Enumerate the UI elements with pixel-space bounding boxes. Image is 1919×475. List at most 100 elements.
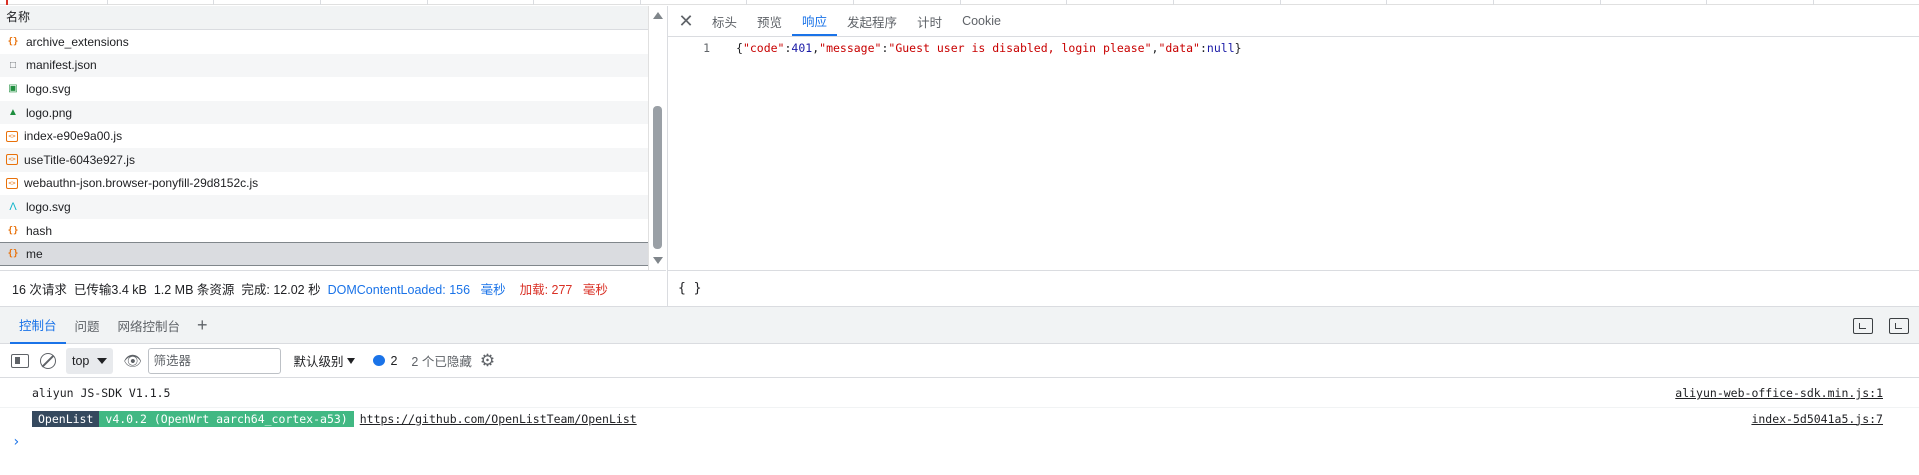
eye-icon[interactable]: 👁 <box>123 352 142 370</box>
issues-count-button[interactable]: 2 <box>373 354 397 368</box>
request-name: archive_extensions <box>26 34 129 49</box>
hidden-messages-count: 2 个已隐藏 <box>411 355 472 369</box>
image-icon: ▲ <box>8 107 18 119</box>
timeline-overview[interactable] <box>0 0 1919 5</box>
dom-content-loaded-time: DOMContentLoaded: 156 毫秒 <box>327 283 506 297</box>
scroll-up-icon[interactable] <box>653 12 663 19</box>
source-link[interactable]: index-5d5041a5.js:7 <box>1751 412 1883 426</box>
request-row[interactable]: {} archive_extensions <box>0 30 648 54</box>
tab-timing[interactable]: 计时 <box>907 6 952 36</box>
request-row-selected[interactable]: {} me <box>0 242 648 266</box>
clear-icon <box>40 352 56 369</box>
tab-preview[interactable]: 预览 <box>747 6 792 36</box>
timeline-tick <box>1706 0 1707 5</box>
caret-down-icon <box>97 357 108 364</box>
add-tab-icon[interactable]: + <box>189 307 216 344</box>
script-icon: <> <box>6 130 18 142</box>
request-name: logo.svg <box>26 81 71 96</box>
caret-down-icon <box>347 357 356 364</box>
pretty-print-button[interactable]: { } <box>667 270 1919 306</box>
request-name: webauthn-json.browser-ponyfill-29d8152c.… <box>24 176 259 191</box>
repo-link[interactable]: https://github.com/OpenListTeam/OpenList <box>360 412 637 426</box>
svg-icon: Λ <box>9 200 17 213</box>
tab-network-console[interactable]: 网络控制台 <box>109 307 190 344</box>
timeline-tick <box>1280 0 1281 5</box>
line-number: 1 <box>703 41 710 55</box>
script-icon: <> <box>6 154 18 166</box>
version-badge: v4.0.2 (OpenWrt aarch64_cortex-a53) <box>99 410 354 427</box>
console-toolbar: top 👁 默认级别 2 2 个已隐藏 ⚙ <box>0 344 1919 378</box>
request-row[interactable]: Λ logo.svg <box>0 195 648 219</box>
timeline-tick <box>1066 0 1067 5</box>
request-row[interactable]: <> index-e90e9a00.js <box>0 124 648 148</box>
request-row[interactable]: ▲ logo.png <box>0 100 648 125</box>
timeline-tick <box>640 0 641 5</box>
line-content: {"code":401,"message":"Guest user is dis… <box>736 41 1242 55</box>
xhr-icon: {} <box>7 225 19 236</box>
context-selector[interactable]: top <box>66 347 114 374</box>
document-icon: □ <box>9 59 17 71</box>
code-line: 1 {"code":401,"message":"Guest user is d… <box>668 38 1919 58</box>
tab-response[interactable]: 响应 <box>792 6 838 36</box>
response-body[interactable]: 1 {"code":401,"message":"Guest user is d… <box>668 38 1919 58</box>
log-level-selector[interactable]: 默认级别 <box>293 351 356 370</box>
timeline-tick <box>1813 0 1814 5</box>
scroll-down-icon[interactable] <box>653 257 663 264</box>
request-row[interactable]: □ manifest.json <box>0 53 648 78</box>
scrollbar-thumb[interactable] <box>653 106 662 249</box>
timeline-tick <box>1493 0 1494 5</box>
filter-input[interactable] <box>148 347 282 374</box>
xhr-icon: {} <box>7 249 19 260</box>
message-text: aliyun JS-SDK V1.1.5 <box>32 386 171 400</box>
request-name: index-e90e9a00.js <box>24 129 123 144</box>
timeline-tick <box>1386 0 1387 5</box>
network-request-list: 名称 {} archive_extensions □ manifest.json… <box>0 6 648 270</box>
timeline-tick <box>1173 0 1174 5</box>
load-time: 加载: 277 毫秒 <box>519 283 608 297</box>
timeline-tick <box>1600 0 1601 5</box>
drawer-actions <box>1853 307 1909 344</box>
source-link[interactable]: aliyun-web-office-sdk.min.js:1 <box>1675 386 1883 400</box>
finish-time: 完成: 12.02 秒 <box>241 283 321 297</box>
log-level-value: 默认级别 <box>293 355 344 369</box>
timeline-tick <box>960 0 961 5</box>
timeline-tick <box>320 0 321 5</box>
clear-console-button[interactable] <box>38 351 58 371</box>
network-summary-bar: 16 次请求 已传输3.4 kB 1.2 MB 条资源 完成: 12.02 秒 … <box>0 270 666 306</box>
request-row[interactable]: ▣ logo.svg <box>0 77 648 101</box>
request-name: manifest.json <box>26 58 97 73</box>
request-row[interactable]: <> useTitle-6043e927.js <box>0 147 648 172</box>
xhr-icon: {} <box>7 36 19 47</box>
resources-size: 1.2 MB 条资源 <box>153 283 235 297</box>
dock-bottom-icon[interactable] <box>1889 317 1909 334</box>
tab-initiator[interactable]: 发起程序 <box>837 6 907 36</box>
console-message: aliyun JS-SDK V1.1.5 aliyun-web-office-s… <box>0 382 1919 404</box>
timeline-tick <box>107 0 108 5</box>
timeline-tick <box>533 0 534 5</box>
console-prompt-chevron-icon[interactable]: › <box>12 434 20 450</box>
drawer-tab-bar: 控制台 问题 网络控制台 + <box>0 306 1919 344</box>
column-header-name[interactable]: 名称 <box>0 6 648 30</box>
tab-headers[interactable]: 标头 <box>702 6 747 36</box>
close-icon[interactable]: ✕ <box>670 6 702 36</box>
request-name: useTitle-6043e927.js <box>24 152 135 167</box>
app-name-badge: OpenList <box>32 410 100 427</box>
tab-cookies[interactable]: Cookie <box>952 6 1011 36</box>
request-row[interactable]: <> webauthn-json.browser-ponyfill-29d815… <box>0 172 648 196</box>
console-message: OpenList v4.0.2 (OpenWrt aarch64_cortex-a… <box>0 407 1919 429</box>
request-list-scrollbar[interactable] <box>648 6 666 270</box>
tab-issues[interactable]: 问题 <box>66 307 109 344</box>
gear-icon[interactable]: ⚙ <box>480 351 495 371</box>
timeline-tick <box>213 0 214 5</box>
timeline-tick <box>427 0 428 5</box>
message-bubble-icon <box>373 355 386 366</box>
image-icon: ▣ <box>8 83 18 95</box>
script-icon: <> <box>6 177 18 189</box>
request-count: 16 次请求 <box>12 283 67 297</box>
show-sidebar-button[interactable] <box>10 351 30 371</box>
tab-console[interactable]: 控制台 <box>10 307 66 344</box>
issues-count: 2 <box>390 353 398 368</box>
request-rows: {} archive_extensions □ manifest.json ▣ … <box>0 30 648 266</box>
dock-side-icon[interactable] <box>1853 317 1873 334</box>
request-row[interactable]: {} hash <box>0 219 648 243</box>
